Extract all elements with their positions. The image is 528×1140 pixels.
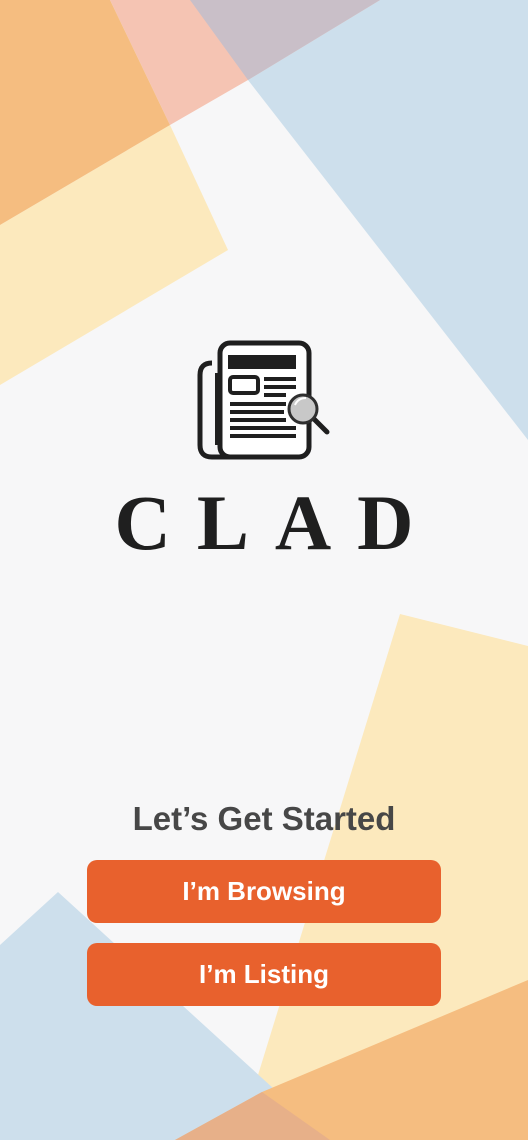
newspaper-search-icon bbox=[197, 340, 330, 460]
welcome-screen: CLAD Let’s Get Started I’m Browsing I’m … bbox=[0, 0, 528, 1140]
app-brand-name: CLAD bbox=[114, 479, 440, 566]
welcome-heading: Let’s Get Started bbox=[132, 800, 396, 837]
browsing-button[interactable]: I’m Browsing bbox=[87, 860, 441, 923]
listing-button[interactable]: I’m Listing bbox=[87, 943, 441, 1006]
